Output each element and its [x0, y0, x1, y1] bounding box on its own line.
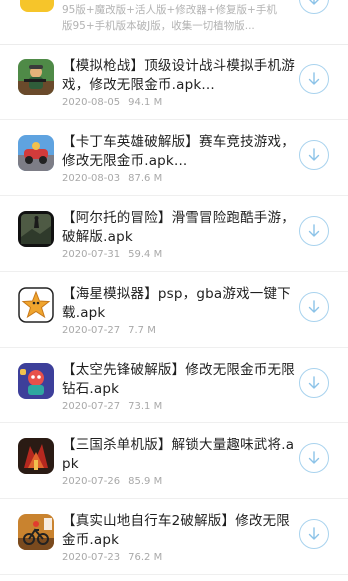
item-title[interactable]: 【真实山地自行车2破解版】修改无限金币.apk: [62, 512, 302, 550]
gun-game-icon: [18, 59, 54, 95]
download-arrow-icon: [309, 0, 319, 5]
item-size: 87.6 M: [128, 172, 163, 184]
item-size: 73.1 M: [128, 400, 163, 412]
item-meta: 2020-07-23 76.2 M: [62, 552, 162, 563]
alto-game-icon: [18, 210, 54, 247]
download-button[interactable]: [299, 443, 329, 474]
item-meta: 2020-08-03 87.6 M: [62, 173, 162, 184]
download-arrow-icon: [308, 148, 320, 161]
item-meta: 2020-07-26 85.9 M: [62, 476, 162, 487]
download-button[interactable]: [299, 64, 329, 94]
list-item[interactable]: 【太空先锋破解版】修改无限金币无限钻石.apk 2020-07-27 73.1 M: [0, 348, 348, 424]
item-date: 2020-07-27: [62, 324, 121, 336]
item-title[interactable]: 【卡丁车英雄破解版】赛车竞技游戏，修改无限金币.apk...: [62, 133, 302, 171]
item-meta: 2020-07-27 7.7 M: [62, 325, 156, 336]
item-date: 2020-07-23: [62, 552, 121, 564]
item-size: 7.7 M: [128, 324, 156, 336]
download-list: 【模拟枪战】顶级设计战斗模拟手机游戏，修改无限金币.apk... 2020-08…: [0, 44, 348, 576]
list-item[interactable]: 【阿尔托的冒险】滑雪冒险跑酷手游，破解版.apk 2020-07-31 59.4 …: [0, 196, 348, 272]
item-size: 76.2 M: [128, 552, 163, 564]
download-arrow-icon: [308, 224, 320, 237]
item-date: 2020-07-27: [62, 400, 121, 412]
app-icon: [20, 0, 54, 12]
download-button[interactable]: [299, 291, 329, 322]
list-item[interactable]: 【卡丁车英雄破解版】赛车竞技游戏，修改无限金币.apk... 2020-08-0…: [0, 120, 348, 196]
kart-game-icon: [18, 134, 54, 171]
bike-game-icon: [18, 514, 54, 551]
download-arrow-icon: [308, 375, 320, 389]
item-meta: 2020-08-05 94.1 M: [62, 97, 162, 108]
list-item-partial[interactable]: 95版+魔改版+活人版+修改器+修复版+手机 版95+手机版本破J版，收集一切植…: [0, 0, 348, 45]
download-arrow-icon: [308, 451, 320, 465]
description-line: 95版+魔改版+活人版+修改器+修复版+手机: [62, 4, 277, 16]
description-line: 版95+手机版本破J版，收集一切植物版...: [62, 20, 255, 32]
list-item[interactable]: 【真实山地自行车2破解版】修改无限金币.apk 2020-07-23 76.2 M: [0, 499, 348, 576]
three-kingdoms-game-icon: [18, 438, 54, 475]
download-arrow-icon: [308, 299, 320, 313]
item-date: 2020-08-05: [62, 97, 121, 108]
item-size: 94.1 M: [128, 97, 163, 108]
download-button[interactable]: [299, 367, 329, 398]
item-title[interactable]: 【海星模拟器】psp，gba游戏一键下载.apk: [62, 285, 302, 323]
item-size: 85.9 M: [128, 476, 163, 488]
list-item[interactable]: 【三国杀单机版】解锁大量趣味武将.apk 2020-07-26 85.9 M: [0, 423, 348, 500]
download-button[interactable]: [299, 519, 329, 550]
download-button[interactable]: [299, 215, 329, 246]
download-button[interactable]: [299, 139, 329, 170]
item-description: 95版+魔改版+活人版+修改器+修复版+手机 版95+手机版本破J版，收集一切植…: [62, 2, 302, 34]
list-item[interactable]: 【海星模拟器】psp，gba游戏一键下载.apk 2020-07-27 7.7 M: [0, 272, 348, 348]
item-title[interactable]: 【阿尔托的冒险】滑雪冒险跑酷手游，破解版.apk: [62, 209, 302, 247]
download-button[interactable]: [299, 0, 329, 14]
item-title[interactable]: 【太空先锋破解版】修改无限金币无限钻石.apk: [62, 361, 302, 399]
item-date: 2020-07-26: [62, 476, 121, 488]
download-arrow-icon: [308, 527, 320, 541]
item-title[interactable]: 【模拟枪战】顶级设计战斗模拟手机游戏，修改无限金币.apk...: [62, 57, 302, 95]
item-meta: 2020-07-31 59.4 M: [62, 249, 162, 260]
download-arrow-icon: [308, 72, 320, 85]
list-item[interactable]: 【模拟枪战】顶级设计战斗模拟手机游戏，修改无限金币.apk... 2020-08…: [0, 44, 348, 120]
item-date: 2020-08-03: [62, 172, 121, 184]
item-title[interactable]: 【三国杀单机版】解锁大量趣味武将.apk: [62, 436, 302, 474]
item-date: 2020-07-31: [62, 248, 121, 260]
space-game-icon: [18, 362, 54, 399]
item-size: 59.4 M: [128, 248, 163, 260]
item-meta: 2020-07-27 73.1 M: [62, 401, 162, 412]
starfish-emulator-icon: [18, 286, 54, 323]
